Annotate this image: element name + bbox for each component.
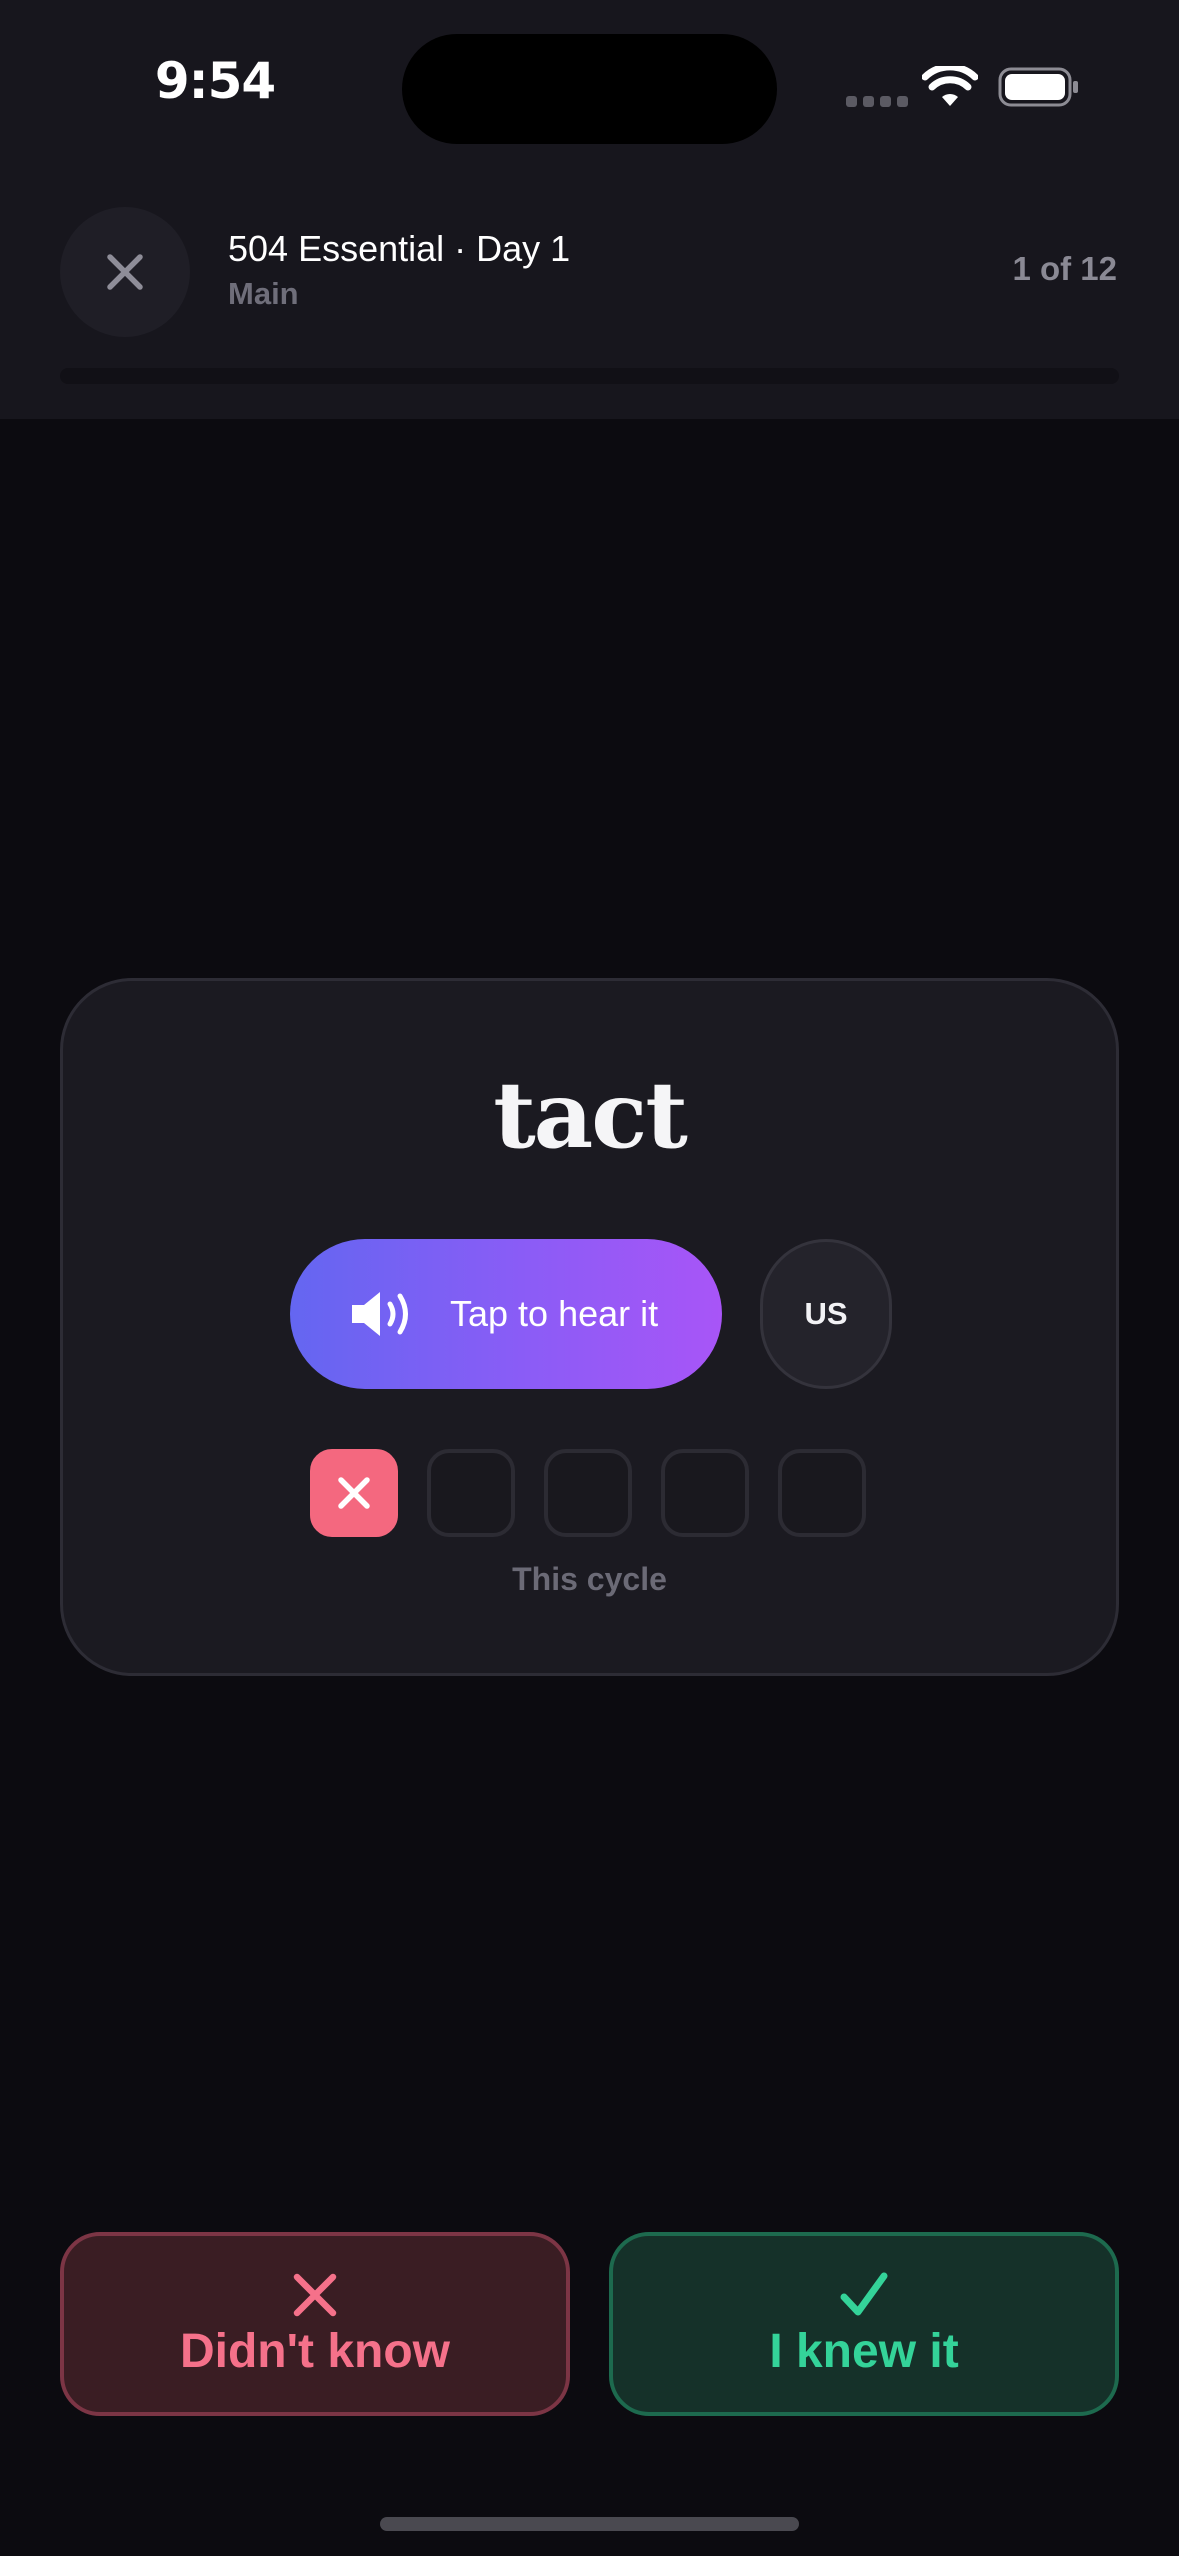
cycle-tracker	[310, 1449, 866, 1537]
hear-label: Tap to hear it	[450, 1293, 659, 1334]
cycle-slot-empty	[544, 1449, 632, 1537]
wifi-icon	[922, 66, 978, 106]
didnt-know-button[interactable]: Didn't know	[60, 2232, 570, 2416]
dynamic-island	[402, 34, 777, 144]
accent-toggle-button[interactable]: US	[760, 1239, 892, 1389]
didnt-know-label: Didn't know	[179, 2324, 451, 2378]
deck-title: 504 Essential · Day 1	[228, 228, 571, 269]
cycle-slot-empty	[778, 1449, 866, 1537]
cellular-signal-icon	[846, 96, 908, 107]
close-icon	[107, 254, 143, 290]
close-button[interactable]	[60, 207, 190, 337]
battery-icon	[998, 67, 1078, 107]
x-icon	[293, 2273, 337, 2316]
flashcard: tact Tap to hear it US This cycle	[60, 978, 1119, 1676]
cycle-slot-empty	[661, 1449, 749, 1537]
cycle-label: This cycle	[512, 1561, 667, 1597]
speaker-icon	[352, 1292, 408, 1336]
knew-it-button[interactable]: I knew it	[609, 2232, 1119, 2416]
hear-pronunciation-button[interactable]: Tap to hear it	[290, 1239, 722, 1389]
status-time: 9:54	[154, 52, 276, 110]
checkmark-icon	[840, 2272, 888, 2315]
flashcard-screen: 9:54 504 Essential · Day 1 Main 1 of 12 …	[0, 0, 1179, 2556]
vocab-word: tact	[493, 1061, 688, 1169]
knew-it-label: I knew it	[769, 2324, 959, 2378]
cycle-slot-empty	[427, 1449, 515, 1537]
home-indicator[interactable]	[380, 2517, 799, 2531]
progress-bar	[60, 368, 1119, 384]
x-icon	[338, 1477, 370, 1509]
deck-subtitle: Main	[228, 276, 299, 311]
cycle-slot-miss	[310, 1449, 398, 1537]
progress-count: 1 of 12	[1012, 250, 1117, 287]
top-bar: 9:54 504 Essential · Day 1 Main 1 of 12	[0, 0, 1179, 419]
